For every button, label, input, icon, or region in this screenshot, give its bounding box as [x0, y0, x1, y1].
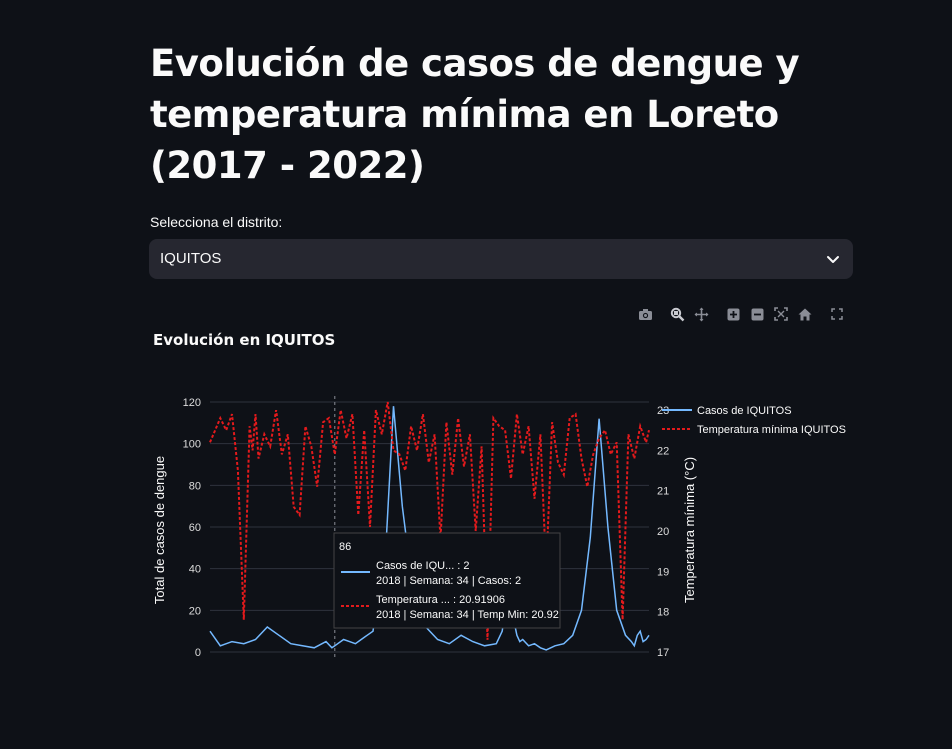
y-left-tick-label: 60 [189, 522, 201, 534]
tooltip-cases-name: Casos de IQU... : 2 [376, 560, 470, 572]
tooltip-x-value: 86 [339, 541, 351, 553]
y-left-tick-label: 20 [189, 605, 201, 617]
y-right-tick-label: 20 [657, 526, 669, 538]
tooltip-cases-detail: 2018 | Semana: 34 | Casos: 2 [376, 575, 521, 587]
tooltip-temp-detail: 2018 | Semana: 34 | Temp Min: 20.92 [376, 609, 559, 621]
tooltip-temp-name: Temperatura ... : 20.91906 [376, 594, 505, 606]
y-left-tick-label: 80 [189, 480, 201, 492]
y-left-axis-label: Total de casos de dengue [152, 456, 167, 604]
y-right-tick-label: 22 [657, 445, 669, 457]
dengue-temperature-chart[interactable]: 0 20 40 60 80 100 120 17 18 19 20 21 22 23 Total de … [0, 0, 952, 749]
y-left-tick-label: 100 [183, 439, 201, 451]
y-left-tick-label: 120 [183, 397, 201, 409]
chart-legend[interactable]: Casos de IQUITOS Temperatura mínima IQUI… [662, 405, 846, 436]
y-right-tick-label: 18 [657, 607, 669, 619]
legend-cases-label: Casos de IQUITOS [697, 405, 792, 417]
y-right-tick-label: 19 [657, 566, 669, 578]
y-right-axis-label: Temperatura mínima (°C) [682, 457, 697, 603]
y-left-tick-label: 40 [189, 564, 201, 576]
y-right-tick-label: 17 [657, 647, 669, 659]
y-right-tick-label: 23 [657, 405, 669, 417]
y-right-tick-label: 21 [657, 486, 669, 498]
hover-tooltip: 86 Casos de IQU... : 2 2018 | Semana: 34… [333, 532, 561, 629]
y-left-tick-label: 0 [195, 647, 201, 659]
legend-temp-label: Temperatura mínima IQUITOS [697, 424, 846, 436]
